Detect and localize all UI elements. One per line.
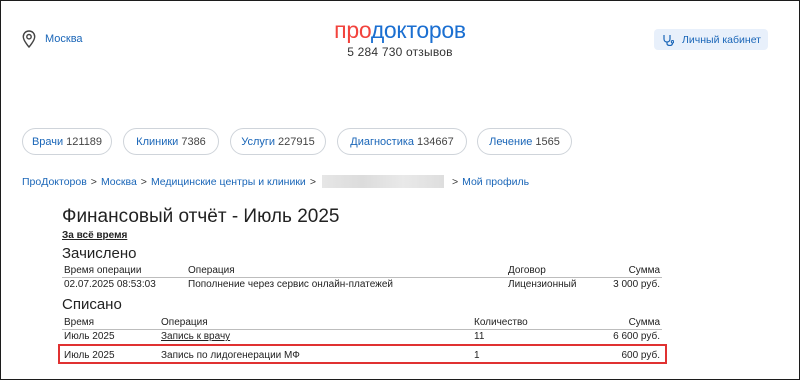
debited-heading: Списано bbox=[62, 296, 122, 313]
cell-operation: Запись к врачу bbox=[159, 329, 472, 344]
column-header: Время операции bbox=[62, 264, 186, 278]
personal-cabinet-label: Личный кабинет bbox=[682, 33, 761, 46]
table-row: 02.07.2025 08:53:03 Пополнение через сер… bbox=[62, 277, 662, 292]
column-header: Сумма bbox=[596, 264, 662, 278]
nav-pill-label: Услуги bbox=[241, 135, 276, 148]
logo-part-pro: про bbox=[334, 17, 371, 43]
table-row: Июль 2025 Запись к врачу 11 6 600 руб. bbox=[62, 329, 662, 344]
operation-link[interactable]: Запись к врачу bbox=[161, 331, 230, 342]
breadcrumb-item-moscow[interactable]: Москва bbox=[101, 176, 137, 188]
breadcrumb-redacted-item bbox=[321, 175, 444, 188]
cell-quantity: 11 bbox=[474, 331, 485, 343]
breadcrumb-item-my-profile[interactable]: Мой профиль bbox=[462, 176, 529, 188]
breadcrumb-item-clinics[interactable]: Медицинские центры и клиники bbox=[151, 176, 306, 188]
breadcrumb-item-prodoktorov[interactable]: ПроДокторов bbox=[22, 176, 87, 188]
nav-pill-treatment[interactable]: Лечение 1565 bbox=[477, 128, 572, 155]
credited-heading: Зачислено bbox=[62, 245, 137, 262]
nav-pill-diagnostics[interactable]: Диагностика 134667 bbox=[337, 128, 467, 155]
stethoscope-icon bbox=[663, 34, 674, 46]
column-header: Договор bbox=[506, 264, 596, 278]
nav-pill-label: Клиники bbox=[136, 135, 179, 148]
nav-pill-count: 121189 bbox=[66, 135, 103, 148]
logo-part-doctors: докторов bbox=[370, 17, 466, 43]
breadcrumb-separator: > bbox=[90, 175, 97, 188]
cell-operation: Пополнение через сервис онлайн-платежей bbox=[188, 279, 393, 291]
breadcrumb-separator: > bbox=[451, 175, 459, 188]
cell-amount: 6 600 руб. bbox=[613, 331, 660, 343]
nav-pill-label: Диагностика bbox=[350, 135, 415, 148]
nav-pill-label: Врачи bbox=[31, 135, 64, 148]
nav-pill-count: 1565 bbox=[535, 135, 560, 148]
nav-pill-clinics[interactable]: Клиники 7386 bbox=[123, 128, 219, 155]
column-header: Операция bbox=[186, 264, 506, 278]
credited-table: Время операции Операция Договор Сумма 02… bbox=[62, 264, 662, 292]
nav-pill-count: 134667 bbox=[417, 135, 454, 148]
column-header: Операция bbox=[159, 316, 472, 330]
all-time-link[interactable]: За всё время bbox=[62, 230, 127, 241]
breadcrumb: ПроДокторов > Москва > Медицинские центр… bbox=[22, 175, 529, 188]
nav-pill-count: 227915 bbox=[278, 135, 315, 148]
personal-cabinet-button[interactable]: Личный кабинет bbox=[654, 29, 768, 50]
breadcrumb-separator: > bbox=[309, 175, 316, 188]
cell-time: Июль 2025 bbox=[64, 331, 115, 343]
breadcrumb-separator: > bbox=[140, 175, 147, 188]
cell-time: 02.07.2025 08:53:03 bbox=[64, 279, 156, 291]
highlight-box bbox=[58, 344, 667, 364]
column-header: Сумма bbox=[562, 316, 662, 330]
column-header: Время bbox=[62, 316, 159, 330]
cell-amount: 3 000 руб. bbox=[613, 279, 660, 291]
page-title: Финансовый отчёт - Июль 2025 bbox=[62, 206, 340, 227]
cell-contract: Лицензионный bbox=[508, 279, 577, 291]
nav-pill-label: Лечение bbox=[489, 135, 533, 148]
table-header-row: Время Операция Количество Сумма bbox=[62, 316, 662, 330]
nav-pill-services[interactable]: Услуги 227915 bbox=[230, 128, 326, 155]
column-header: Количество bbox=[472, 316, 562, 330]
table-header-row: Время операции Операция Договор Сумма bbox=[62, 264, 662, 278]
nav-pill-doctors[interactable]: Врачи 121189 bbox=[22, 128, 112, 155]
nav-pill-count: 7386 bbox=[181, 135, 206, 148]
